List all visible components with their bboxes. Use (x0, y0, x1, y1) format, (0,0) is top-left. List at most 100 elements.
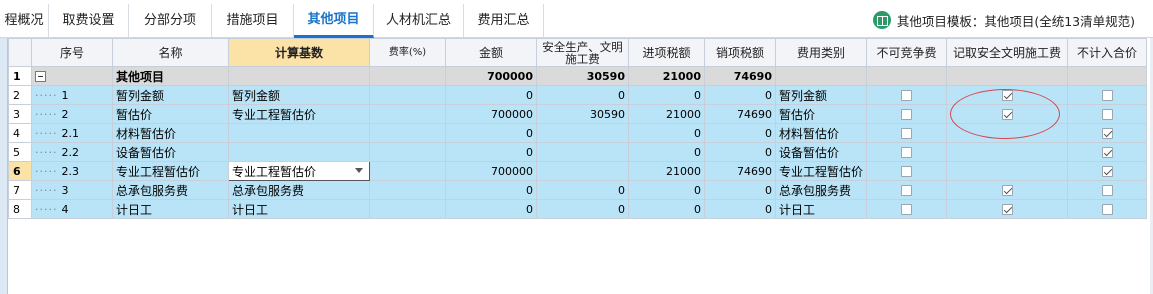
cell-name[interactable]: 其他项目 (112, 66, 229, 86)
checkbox-non-competitive[interactable] (901, 109, 913, 120)
cell-non-competitive[interactable] (866, 123, 948, 143)
cell-non-competitive[interactable] (866, 104, 948, 124)
table-row[interactable]: 1 其他项目 700000 30590 21000 74690 (8, 66, 1148, 86)
header-category[interactable]: 费用类别 (774, 38, 868, 67)
cell-input-tax[interactable]: 21000 (628, 104, 705, 124)
table-row[interactable]: 2 ····· 1 暂列金额 暂列金额 0 0 0 0 暂列金额 (8, 85, 1148, 105)
checkbox-non-competitive[interactable] (901, 185, 913, 196)
checkbox-exclude-total[interactable] (1101, 90, 1113, 101)
header-basis[interactable]: 计算基数 (228, 38, 370, 67)
header-output-tax[interactable]: 销项税额 (704, 38, 776, 67)
cell-output-tax[interactable]: 0 (704, 85, 776, 105)
header-amount[interactable]: 金额 (445, 38, 537, 67)
cell-amount[interactable]: 700000 (445, 104, 537, 124)
cell-name[interactable]: 材料暂估价 (112, 123, 229, 143)
checkbox-non-competitive[interactable] (901, 128, 913, 139)
cell-rate[interactable] (369, 180, 446, 200)
cell-record-safety[interactable] (946, 161, 1069, 181)
cell-input-tax[interactable]: 0 (628, 142, 705, 162)
cell-basis[interactable]: 暂列金额 (228, 85, 370, 105)
cell-seq[interactable]: ····· 3 (31, 180, 113, 200)
checkbox-exclude-total[interactable] (1101, 166, 1113, 177)
cell-category[interactable]: 设备暂估价 (774, 142, 868, 162)
cell-exclude-total[interactable] (1067, 180, 1148, 200)
cell-rate[interactable] (369, 104, 446, 124)
cell-record-safety[interactable] (946, 199, 1069, 219)
cell-rate[interactable] (369, 161, 446, 181)
tab-project-overview[interactable]: 程概况 (0, 4, 49, 38)
cell-amount[interactable]: 0 (445, 142, 537, 162)
checkbox-exclude-total[interactable] (1101, 128, 1113, 139)
cell-category[interactable]: 计日工 (774, 199, 868, 219)
header-exclude-total[interactable]: 不计入合价 (1067, 38, 1148, 67)
cell-amount[interactable]: 0 (445, 85, 537, 105)
cell-exclude-total[interactable] (1067, 85, 1148, 105)
table-row[interactable]: 7 ····· 3 总承包服务费 总承包服务费 0 0 0 0 总承包服务费 (8, 180, 1148, 200)
cell-basis[interactable]: 专业工程暂估价 (228, 104, 370, 124)
cell-input-tax[interactable]: 0 (628, 85, 705, 105)
cell-safety-fee[interactable]: 0 (536, 199, 629, 219)
cell-category[interactable] (774, 66, 868, 86)
cell-amount[interactable]: 0 (445, 199, 537, 219)
cell-output-tax[interactable]: 0 (704, 142, 776, 162)
cell-non-competitive[interactable] (866, 66, 948, 86)
cell-amount[interactable]: 0 (445, 123, 537, 143)
checkbox-non-competitive[interactable] (901, 166, 913, 177)
tab-cost-summary[interactable]: 费用汇总 (464, 4, 544, 38)
cell-name[interactable]: 总承包服务费 (112, 180, 229, 200)
cell-rate[interactable] (369, 123, 446, 143)
checkbox-non-competitive[interactable] (901, 147, 913, 158)
cell-exclude-total[interactable] (1067, 142, 1148, 162)
cell-basis[interactable] (228, 123, 370, 143)
cell-output-tax[interactable]: 0 (704, 199, 776, 219)
checkbox-exclude-total[interactable] (1101, 147, 1113, 158)
cell-basis[interactable] (228, 66, 370, 86)
cell-safety-fee[interactable] (536, 123, 629, 143)
cell-non-competitive[interactable] (866, 199, 948, 219)
cell-output-tax[interactable]: 74690 (704, 161, 776, 181)
cell-safety-fee[interactable] (536, 161, 629, 181)
cell-name[interactable]: 计日工 (112, 199, 229, 219)
table-row[interactable]: 8 ····· 4 计日工 计日工 0 0 0 0 计日工 (8, 199, 1148, 219)
cell-record-safety[interactable] (946, 180, 1069, 200)
cell-name[interactable]: 暂估价 (112, 104, 229, 124)
cell-exclude-total[interactable] (1067, 161, 1148, 181)
cell-rate[interactable] (369, 66, 446, 86)
cell-basis-editor[interactable]: 专业工程暂估价 (228, 161, 370, 181)
header-seq[interactable]: 序号 (31, 38, 113, 67)
header-rate[interactable]: 费率(%) (369, 38, 446, 67)
basis-value[interactable]: 专业工程暂估价 (232, 165, 316, 179)
table-row[interactable]: 3 ····· 2 暂估价 专业工程暂估价 700000 30590 21000 74690 暂估… (8, 104, 1148, 124)
cell-name[interactable]: 设备暂估价 (112, 142, 229, 162)
cell-record-safety[interactable] (946, 142, 1069, 162)
tab-sub-items[interactable]: 分部分项 (129, 4, 212, 38)
cell-seq[interactable] (31, 66, 113, 86)
checkbox-record-safety[interactable] (1001, 90, 1013, 101)
checkbox-non-competitive[interactable] (901, 90, 913, 101)
cell-amount[interactable]: 700000 (445, 66, 537, 86)
cell-safety-fee[interactable]: 0 (536, 180, 629, 200)
cell-non-competitive[interactable] (866, 85, 948, 105)
checkbox-non-competitive[interactable] (901, 204, 913, 215)
cell-record-safety[interactable] (946, 85, 1069, 105)
cell-safety-fee[interactable]: 30590 (536, 104, 629, 124)
cell-rate[interactable] (369, 199, 446, 219)
cell-input-tax[interactable]: 21000 (628, 161, 705, 181)
cell-seq[interactable]: ····· 2.2 (31, 142, 113, 162)
cell-seq[interactable]: ····· 2.1 (31, 123, 113, 143)
cell-input-tax[interactable]: 0 (628, 123, 705, 143)
cell-input-tax[interactable]: 21000 (628, 66, 705, 86)
tab-measures[interactable]: 措施项目 (212, 4, 294, 38)
header-input-tax[interactable]: 进项税额 (628, 38, 705, 67)
cell-safety-fee[interactable]: 0 (536, 85, 629, 105)
header-non-competitive[interactable]: 不可竞争费 (866, 38, 948, 67)
tab-fee-settings[interactable]: 取费设置 (49, 4, 129, 38)
cell-category[interactable]: 材料暂估价 (774, 123, 868, 143)
header-name[interactable]: 名称 (112, 38, 229, 67)
cell-record-safety[interactable] (946, 66, 1069, 86)
cell-record-safety[interactable] (946, 104, 1069, 124)
cell-name[interactable]: 专业工程暂估价 (112, 161, 229, 181)
template-info[interactable]: 其他项目模板：其他项目(全统13清单规范) (872, 10, 1135, 30)
table-row[interactable]: 5 ····· 2.2 设备暂估价 0 0 0 设备暂估价 (8, 142, 1148, 162)
tab-labor-material-summary[interactable]: 人材机汇总 (374, 4, 464, 38)
